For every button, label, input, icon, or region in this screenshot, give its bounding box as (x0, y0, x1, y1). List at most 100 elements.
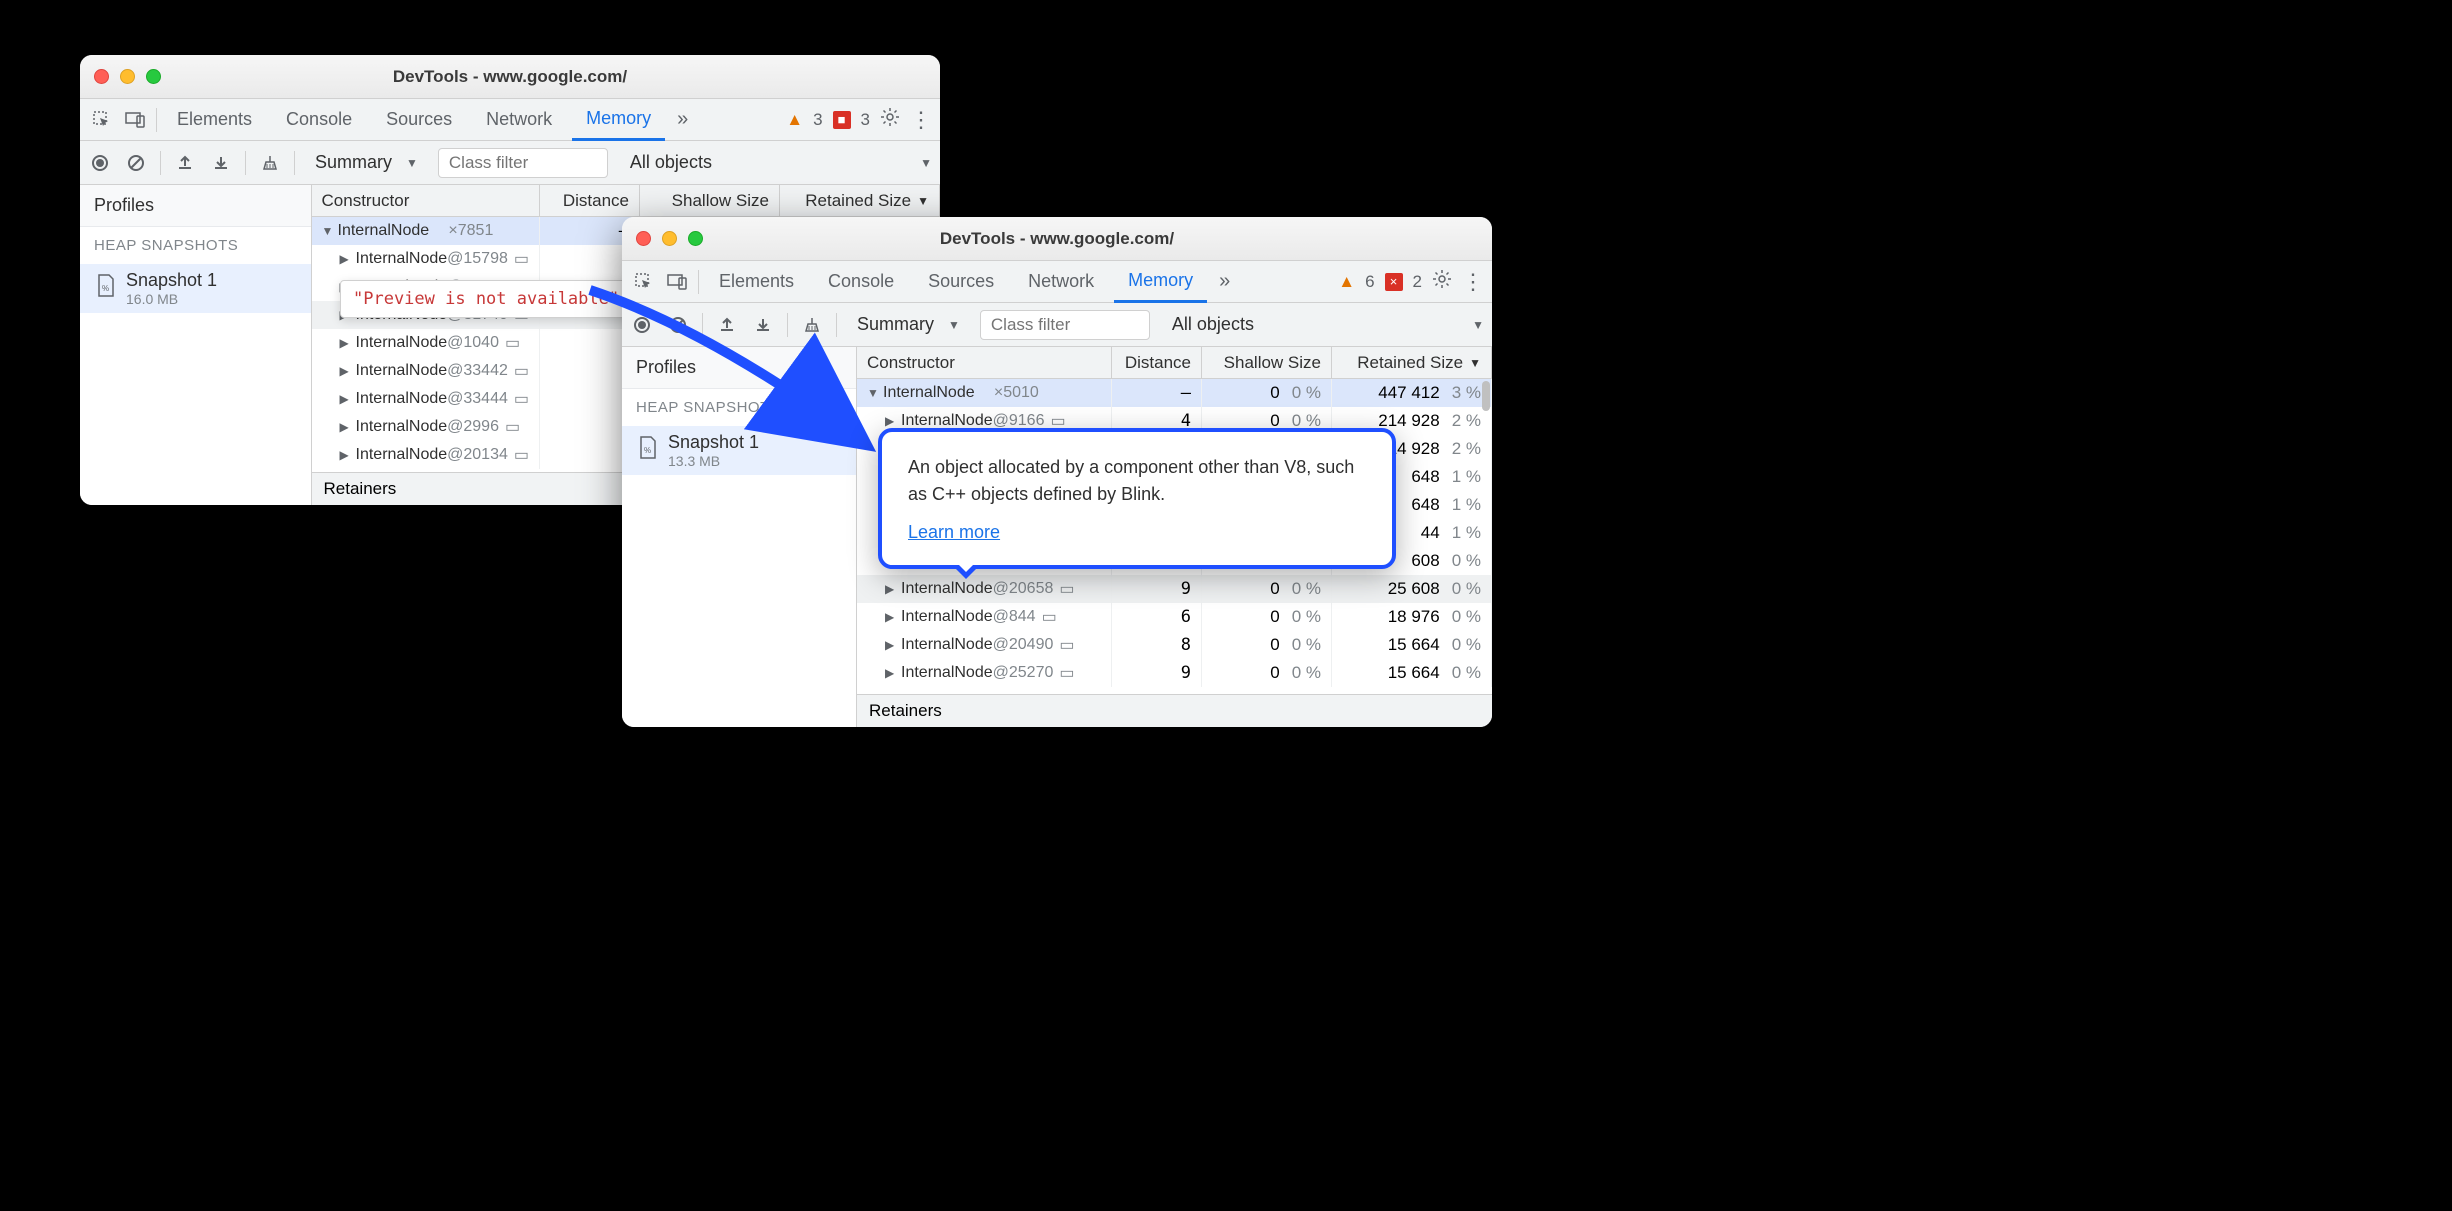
tab-network[interactable]: Network (1014, 261, 1108, 303)
snapshot-item[interactable]: % Snapshot 1 13.3 MB (622, 426, 856, 475)
traffic-lights (636, 231, 703, 246)
device-icon[interactable] (664, 268, 692, 296)
chevron-down-icon: ▼ (406, 156, 418, 170)
all-objects-select[interactable]: All objects (620, 152, 712, 173)
sort-desc-icon: ▼ (1469, 356, 1481, 370)
chevron-down-icon[interactable]: ▼ (920, 156, 932, 170)
tab-elements[interactable]: Elements (163, 99, 266, 141)
close-dot-icon[interactable] (636, 231, 651, 246)
titlebar[interactable]: DevTools - www.google.com/ (622, 217, 1492, 261)
disclosure-closed-icon[interactable]: ▶ (340, 392, 356, 406)
learn-more-link[interactable]: Learn more (908, 522, 1000, 543)
export-icon[interactable] (715, 313, 739, 337)
more-tabs-icon[interactable]: » (671, 108, 694, 131)
tab-console[interactable]: Console (814, 261, 908, 303)
disclosure-closed-icon[interactable]: ▶ (340, 420, 356, 434)
settings-gear-icon[interactable] (880, 107, 900, 132)
element-badge-icon: ▭ (1059, 635, 1074, 655)
import-icon[interactable] (209, 151, 233, 175)
chevron-down-icon[interactable]: ▼ (1472, 318, 1484, 332)
disclosure-closed-icon[interactable]: ▶ (340, 336, 356, 350)
gc-broom-icon[interactable] (800, 313, 824, 337)
snapshot-file-icon: % (96, 274, 116, 303)
gc-broom-icon[interactable] (258, 151, 282, 175)
tab-sources[interactable]: Sources (914, 261, 1008, 303)
class-filter-input[interactable] (438, 148, 608, 178)
settings-gear-icon[interactable] (1432, 269, 1452, 294)
col-shallow[interactable]: Shallow Size (1202, 347, 1332, 378)
profiles-sidebar: Profiles HEAP SNAPSHOTS % Snapshot 1 16.… (80, 185, 312, 505)
element-badge-icon: ▭ (1059, 663, 1074, 683)
titlebar[interactable]: DevTools - www.google.com/ (80, 55, 940, 99)
col-shallow[interactable]: Shallow Size (640, 185, 780, 216)
disclosure-closed-icon[interactable]: ▶ (340, 448, 356, 462)
table-row[interactable]: ▶InternalNode @20490▭ 8 00 % 15 6640 % (857, 631, 1492, 659)
warning-icon[interactable]: ▲ (786, 110, 803, 130)
table-row-root[interactable]: ▼InternalNode ×5010 – 00 % 447 4123 % (857, 379, 1492, 407)
view-select[interactable]: Summary▼ (307, 152, 426, 173)
issue-icon[interactable]: ■ (833, 111, 851, 129)
snapshot-file-icon: % (638, 436, 658, 465)
class-filter-input[interactable] (980, 310, 1150, 340)
error-icon[interactable]: × (1385, 273, 1403, 291)
snapshot-item[interactable]: % Snapshot 1 16.0 MB (80, 264, 311, 313)
kebab-menu-icon[interactable]: ⋮ (910, 107, 932, 133)
table-row[interactable]: ▶InternalNode @20658▭ 9 00 % 25 6080 % (857, 575, 1492, 603)
minimize-dot-icon[interactable] (120, 69, 135, 84)
scrollbar[interactable] (1482, 381, 1490, 411)
zoom-dot-icon[interactable] (146, 69, 161, 84)
col-distance[interactable]: Distance (540, 185, 640, 216)
element-badge-icon: ▭ (514, 361, 529, 381)
table-row[interactable]: ▶InternalNode @25270▭ 9 00 % 15 6640 % (857, 659, 1492, 687)
inspect-icon[interactable] (88, 106, 116, 134)
record-icon[interactable] (88, 151, 112, 175)
export-icon[interactable] (173, 151, 197, 175)
snapshot-size: 16.0 MB (126, 291, 217, 307)
minimize-dot-icon[interactable] (662, 231, 677, 246)
device-icon[interactable] (122, 106, 150, 134)
devtools-tabs: Elements Console Sources Network Memory … (622, 261, 1492, 303)
disclosure-closed-icon[interactable]: ▶ (885, 638, 901, 652)
col-constructor[interactable]: Constructor (312, 185, 540, 216)
inspect-icon[interactable] (630, 268, 658, 296)
disclosure-open-icon[interactable]: ▼ (867, 386, 883, 400)
all-objects-select[interactable]: All objects (1162, 314, 1254, 335)
record-icon[interactable] (630, 313, 654, 337)
tab-console[interactable]: Console (272, 99, 366, 141)
disclosure-closed-icon[interactable]: ▶ (340, 252, 356, 266)
warning-icon[interactable]: ▲ (1338, 272, 1355, 292)
retainers-panel[interactable]: Retainers (857, 694, 1492, 727)
disclosure-closed-icon[interactable]: ▶ (885, 582, 901, 596)
kebab-menu-icon[interactable]: ⋮ (1462, 269, 1484, 295)
close-dot-icon[interactable] (94, 69, 109, 84)
import-icon[interactable] (751, 313, 775, 337)
col-constructor[interactable]: Constructor (857, 347, 1112, 378)
col-retained[interactable]: Retained Size▼ (780, 185, 940, 216)
devtools-tabs: Elements Console Sources Network Memory … (80, 99, 940, 141)
tab-memory[interactable]: Memory (572, 99, 665, 141)
clear-icon[interactable] (666, 313, 690, 337)
disclosure-closed-icon[interactable]: ▶ (885, 666, 901, 680)
memory-toolbar: Summary▼ All objects ▼ (80, 141, 940, 185)
issue-count: 3 (861, 110, 870, 130)
clear-icon[interactable] (124, 151, 148, 175)
view-select[interactable]: Summary▼ (849, 314, 968, 335)
zoom-dot-icon[interactable] (688, 231, 703, 246)
col-retained[interactable]: Retained Size▼ (1332, 347, 1492, 378)
disclosure-closed-icon[interactable]: ▶ (885, 414, 901, 428)
disclosure-open-icon[interactable]: ▼ (322, 224, 338, 238)
tab-sources[interactable]: Sources (372, 99, 466, 141)
more-tabs-icon[interactable]: » (1213, 270, 1236, 293)
window-title: DevTools - www.google.com/ (80, 67, 940, 87)
old-preview-tooltip: "Preview is not available" (340, 280, 632, 318)
error-count: 2 (1413, 272, 1422, 292)
tab-elements[interactable]: Elements (705, 261, 808, 303)
disclosure-closed-icon[interactable]: ▶ (885, 610, 901, 624)
table-row[interactable]: ▶InternalNode @844▭ 6 00 % 18 9760 % (857, 603, 1492, 631)
disclosure-closed-icon[interactable]: ▶ (340, 364, 356, 378)
col-distance[interactable]: Distance (1112, 347, 1202, 378)
tab-memory[interactable]: Memory (1114, 261, 1207, 303)
heap-snapshots-section: HEAP SNAPSHOTS (622, 389, 856, 426)
new-description-tooltip: An object allocated by a component other… (878, 428, 1396, 569)
tab-network[interactable]: Network (472, 99, 566, 141)
